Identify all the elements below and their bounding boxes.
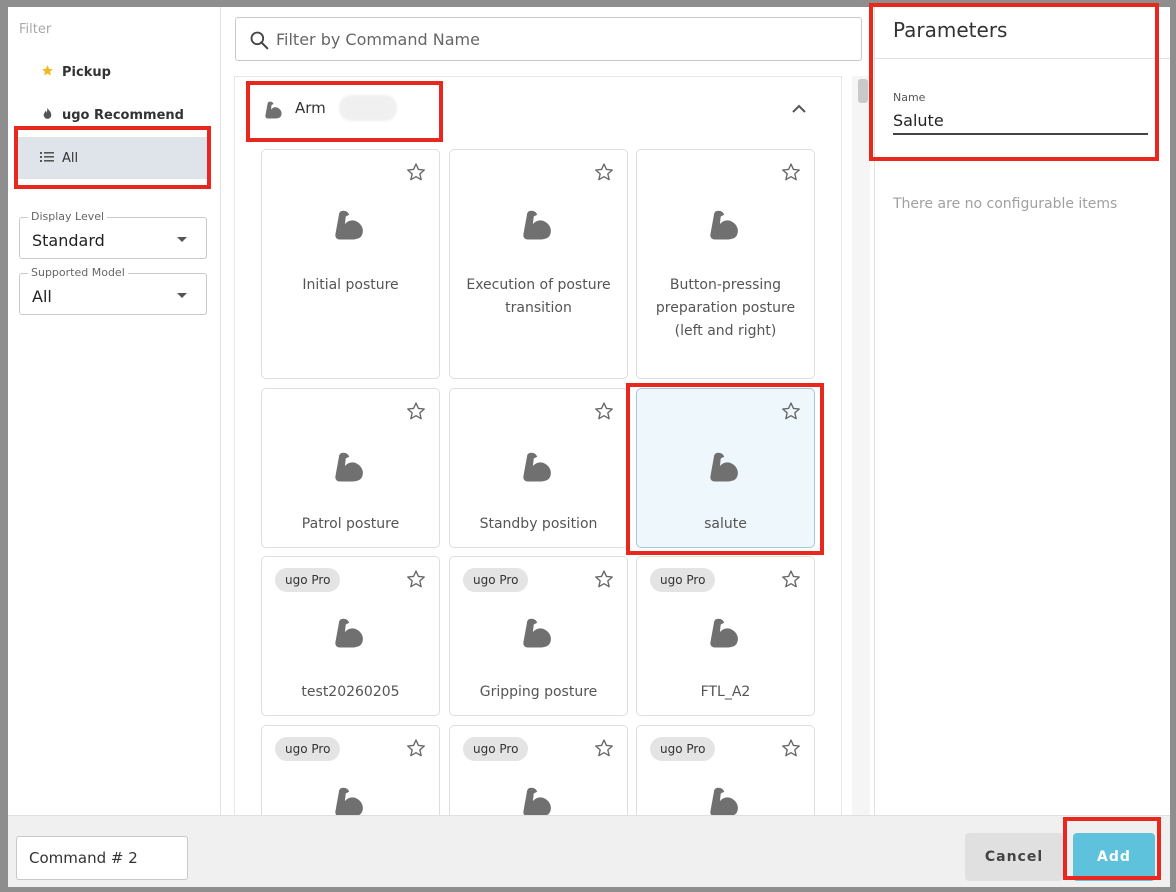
filter-item-label: All bbox=[62, 150, 79, 166]
filter-title: Filter bbox=[19, 22, 52, 37]
favorite-star-icon[interactable] bbox=[781, 162, 801, 186]
command-card-name: Standby position bbox=[479, 516, 598, 532]
command-search bbox=[235, 17, 862, 61]
add-button[interactable]: Add bbox=[1073, 833, 1155, 881]
command-card-name: Execution of posture transition bbox=[466, 277, 611, 316]
display-level-value: Standard bbox=[32, 231, 105, 250]
parameters-title: Parameters bbox=[893, 18, 1008, 42]
favorite-star-icon[interactable] bbox=[594, 569, 614, 593]
filter-item-label: ugo Recommend bbox=[62, 107, 184, 123]
favorite-star-icon[interactable] bbox=[781, 401, 801, 425]
name-label: Name bbox=[893, 91, 926, 104]
command-card[interactable]: ugo Pro Gripping posture bbox=[449, 556, 628, 716]
favorite-star-icon[interactable] bbox=[406, 569, 426, 593]
arm-icon bbox=[333, 209, 367, 245]
name-input[interactable] bbox=[893, 107, 1148, 135]
command-card-name: Button-pressing preparation posture (lef… bbox=[655, 277, 796, 339]
filter-item-ugo-recommend[interactable]: ugo Recommend bbox=[16, 94, 210, 136]
display-level-label: Display Level bbox=[28, 210, 108, 223]
arm-icon bbox=[708, 209, 742, 245]
supported-model-select[interactable]: Supported Model All bbox=[19, 266, 207, 315]
star-icon bbox=[38, 64, 56, 80]
background-window-edge bbox=[1160, 35, 1176, 855]
cancel-button[interactable]: Cancel bbox=[965, 833, 1063, 881]
search-icon bbox=[250, 31, 269, 50]
arm-icon bbox=[708, 617, 742, 653]
command-card-name: FTL_A2 bbox=[700, 684, 751, 700]
section-header-arm[interactable]: Arm bbox=[235, 77, 841, 141]
arm-icon bbox=[521, 209, 555, 245]
favorite-star-icon[interactable] bbox=[406, 401, 426, 425]
command-card[interactable]: Execution of posture transition bbox=[449, 149, 628, 379]
model-badge: ugo Pro bbox=[650, 737, 716, 761]
command-card[interactable]: Button-pressing preparation posture (lef… bbox=[636, 149, 815, 379]
add-command-dialog: Filter Pickup ugo Recommend All Display … bbox=[8, 7, 1170, 887]
command-card[interactable]: ugo Pro bbox=[261, 725, 440, 815]
flame-icon bbox=[38, 107, 56, 123]
filter-item-pickup[interactable]: Pickup bbox=[16, 51, 210, 93]
command-card-name: Initial posture bbox=[302, 277, 399, 293]
model-badge: ugo Pro bbox=[275, 568, 341, 592]
supported-model-value: All bbox=[32, 287, 52, 306]
command-card[interactable]: ugo Pro bbox=[636, 725, 815, 815]
favorite-star-icon[interactable] bbox=[594, 162, 614, 186]
favorite-star-icon[interactable] bbox=[781, 569, 801, 593]
arm-icon bbox=[333, 451, 367, 487]
model-badge: ugo Pro bbox=[275, 737, 341, 761]
command-card[interactable]: Initial posture bbox=[261, 149, 440, 379]
arm-icon bbox=[333, 617, 367, 653]
command-list: Arm Initial posture Execution of posture … bbox=[234, 76, 842, 815]
dropdown-arrow-icon bbox=[177, 237, 187, 242]
command-card[interactable]: Standby position bbox=[449, 388, 628, 548]
filter-item-all[interactable]: All bbox=[16, 137, 210, 179]
command-card[interactable]: salute bbox=[636, 388, 815, 548]
command-card[interactable]: ugo Pro test20260205 bbox=[261, 556, 440, 716]
chevron-up-icon[interactable] bbox=[792, 104, 806, 114]
scrollbar-thumb[interactable] bbox=[858, 79, 868, 103]
command-card-name: salute bbox=[704, 516, 747, 532]
filter-panel: Filter Pickup ugo Recommend All Display … bbox=[8, 7, 221, 815]
favorite-star-icon[interactable] bbox=[594, 738, 614, 762]
command-card[interactable]: ugo Pro FTL_A2 bbox=[636, 556, 815, 716]
command-card[interactable]: ugo Pro bbox=[449, 725, 628, 815]
arm-icon bbox=[265, 101, 282, 119]
command-card-name: test20260205 bbox=[301, 684, 400, 700]
redacted-area bbox=[339, 95, 397, 121]
favorite-star-icon[interactable] bbox=[406, 162, 426, 186]
model-badge: ugo Pro bbox=[650, 568, 716, 592]
command-card-name: Patrol posture bbox=[301, 516, 400, 532]
supported-model-label: Supported Model bbox=[28, 266, 128, 279]
scrollbar-track[interactable] bbox=[852, 76, 870, 815]
arm-icon bbox=[521, 451, 555, 487]
parameters-panel: Parameters Name There are no configurabl… bbox=[874, 7, 1170, 815]
arm-icon bbox=[708, 451, 742, 487]
divider bbox=[875, 58, 1170, 59]
favorite-star-icon[interactable] bbox=[781, 738, 801, 762]
command-card[interactable]: Patrol posture bbox=[261, 388, 440, 548]
arm-icon bbox=[521, 617, 555, 653]
no-config-message: There are no configurable items bbox=[893, 196, 1118, 212]
favorite-star-icon[interactable] bbox=[594, 401, 614, 425]
command-card-name: Gripping posture bbox=[479, 684, 598, 700]
filter-item-label: Pickup bbox=[62, 64, 111, 80]
command-name-input[interactable] bbox=[16, 836, 188, 880]
search-input[interactable] bbox=[276, 26, 836, 52]
dialog-footer: Cancel Add bbox=[8, 815, 1170, 887]
list-icon bbox=[38, 151, 56, 166]
arm-icon bbox=[521, 786, 555, 815]
dropdown-arrow-icon bbox=[177, 293, 187, 298]
model-badge: ugo Pro bbox=[463, 568, 529, 592]
model-badge: ugo Pro bbox=[463, 737, 529, 761]
arm-icon bbox=[333, 786, 367, 815]
favorite-star-icon[interactable] bbox=[406, 738, 426, 762]
display-level-select[interactable]: Display Level Standard bbox=[19, 210, 207, 259]
section-title: Arm bbox=[295, 99, 326, 117]
arm-icon bbox=[708, 786, 742, 815]
